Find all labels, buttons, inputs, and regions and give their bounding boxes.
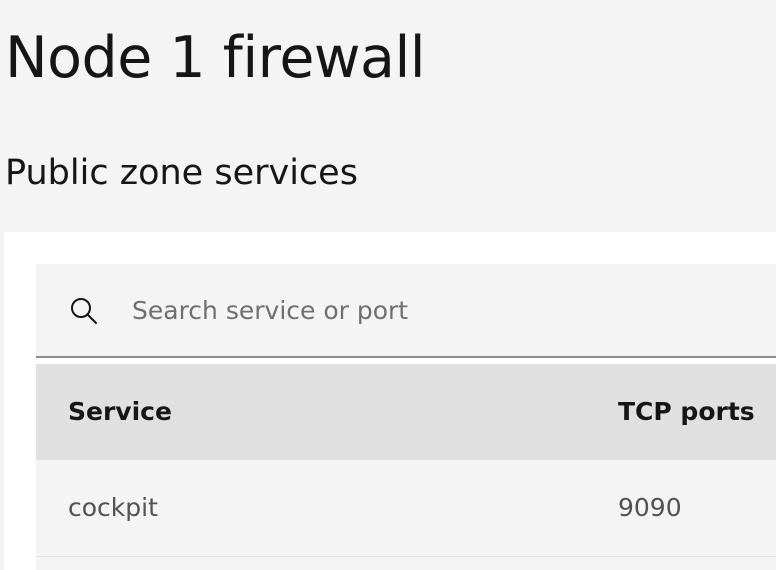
search-bar [36,264,776,358]
zone-title: Public zone services [5,153,358,193]
table-header: Service TCP ports [36,364,776,460]
table-row[interactable] [36,557,776,570]
column-header-tcp-ports[interactable]: TCP ports [618,364,755,460]
service-name: cockpit [68,493,158,522]
zone-services-card: Service TCP ports cockpit 9090 [4,232,776,570]
search-icon [68,295,100,327]
services-table: Service TCP ports cockpit 9090 [36,364,776,570]
column-header-service[interactable]: Service [68,364,172,460]
tcp-ports: 9090 [618,493,682,522]
search-input[interactable] [132,264,772,356]
page-title: Node 1 firewall [5,25,426,91]
table-row[interactable]: cockpit 9090 [36,460,776,557]
firewall-page: Node 1 firewall Public zone services Ser… [0,0,776,570]
